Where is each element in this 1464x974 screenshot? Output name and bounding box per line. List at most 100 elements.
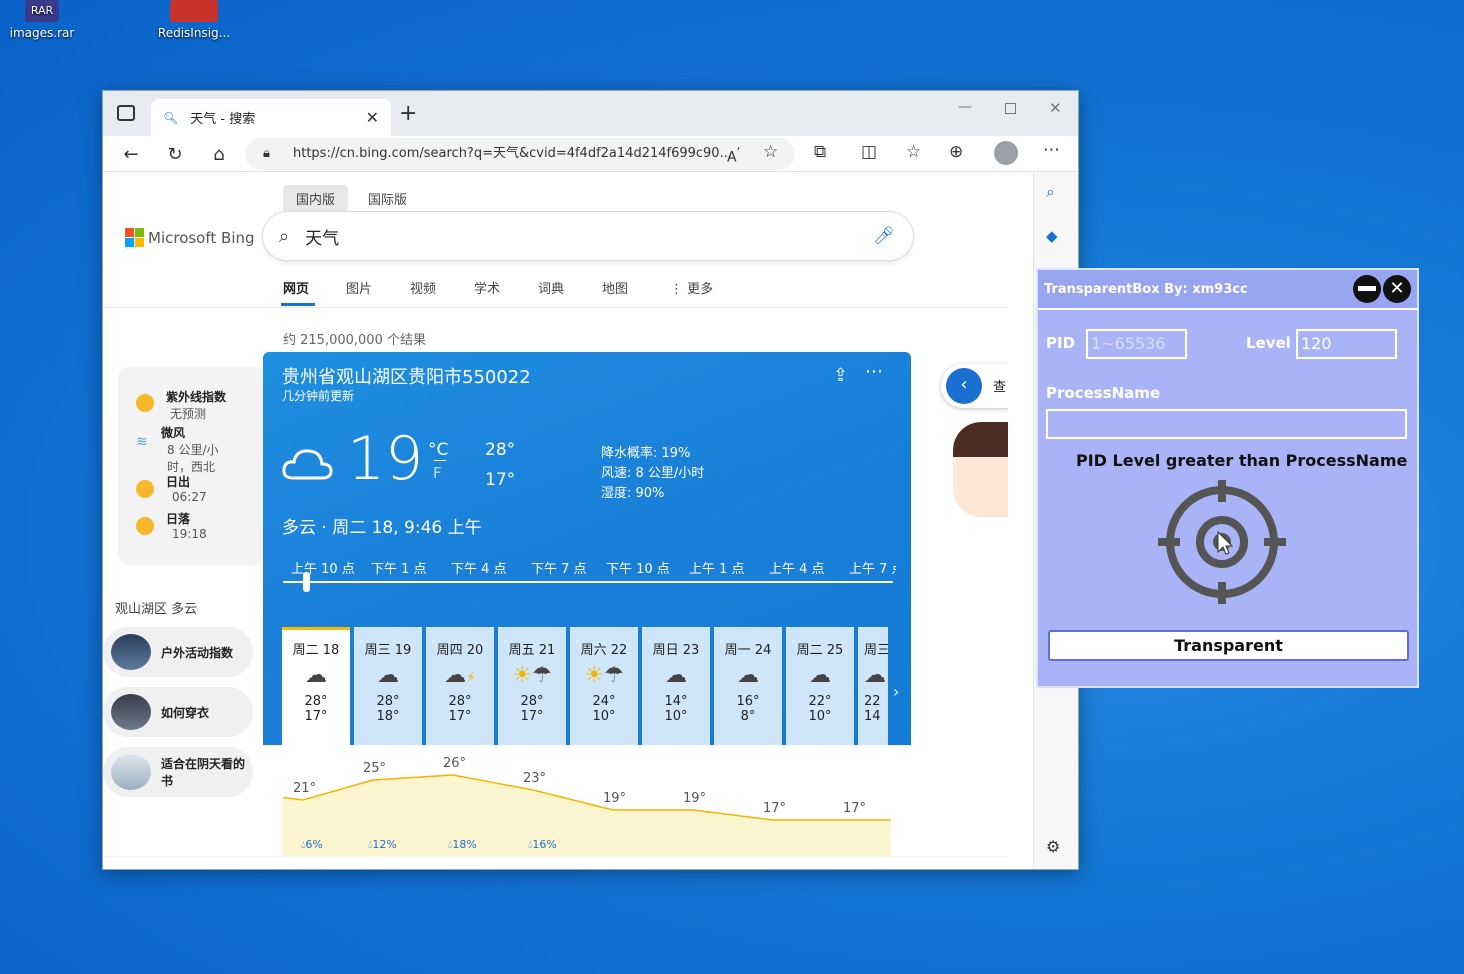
hour-label[interactable]: 上午 4 点 (769, 558, 849, 577)
uv-title: 紫外线指数 (166, 390, 227, 404)
next-days-chevron-icon[interactable]: › (893, 682, 899, 701)
sidebar-search-icon[interactable]: ⌕ (1046, 182, 1055, 202)
new-tab-button[interactable]: + (399, 101, 417, 126)
unit-celsius[interactable]: °C (428, 440, 448, 460)
nav-tab-more[interactable]: ⋮ 更多 (670, 278, 713, 297)
day-forecast[interactable]: 周二 18 ☁︎ 28° 17° (282, 627, 350, 745)
cartoon-girl-image[interactable] (953, 422, 1008, 517)
scope-tab-international[interactable]: 国际版 (355, 185, 420, 212)
transparentbox-window: TransparentBox By: xm93cc ✕ PID 1~65536 … (1036, 268, 1419, 688)
day-name: 周六 22 (580, 643, 628, 658)
nav-tab-videos[interactable]: 视频 (410, 278, 436, 297)
hour-slider-handle[interactable] (303, 572, 310, 592)
close-window-button[interactable]: ✕ (1049, 99, 1062, 117)
microphone-icon[interactable]: 🎤︎ (873, 226, 895, 246)
day-forecast[interactable]: 周三 ☁︎ 22 14 (858, 627, 888, 745)
close-tab-icon[interactable]: ✕ (366, 108, 379, 127)
desktop-icon-redisinsight[interactable]: RedisInsig... (149, 0, 239, 40)
sunset-time: 19:18 (172, 527, 207, 541)
day-name: 周日 23 (652, 643, 700, 658)
bing-logo-text: Microsoft Bing (148, 228, 255, 247)
tab-actions-icon[interactable] (117, 105, 135, 121)
crosshair-target-icon[interactable] (1158, 480, 1288, 610)
scope-tab-domestic[interactable]: 国内版 (283, 185, 349, 212)
close-circle-icon[interactable]: ✕ (1383, 275, 1411, 303)
hour-label[interactable]: 上午 1 点 (689, 558, 769, 577)
related-title: 观山湖区 多云 (115, 602, 198, 617)
updated-time: 几分钟前更新 (282, 389, 355, 403)
bing-logo[interactable]: Microsoft Bing (125, 228, 255, 247)
nav-tab-dictionary[interactable]: 词典 (538, 278, 564, 297)
search-box[interactable]: ⌕ 天气 🎤︎ (263, 212, 913, 260)
level-input[interactable]: 120 (1296, 329, 1397, 359)
related-outdoor-index[interactable]: 户外活动指数 (103, 627, 253, 677)
hour-label[interactable]: 下午 7 点 (531, 558, 606, 577)
rar-file-icon: RAR (25, 0, 59, 22)
microsoft-logo-icon (125, 228, 144, 247)
profile-avatar[interactable] (994, 141, 1018, 165)
day-forecast[interactable]: 周四 20 ☁︎⚡︎ 28° 17° (426, 627, 494, 745)
day-forecast[interactable]: 周一 24 ☁︎ 16° 8° (714, 627, 782, 745)
day-forecast[interactable]: 周三 19 ☁︎ 28° 18° (354, 627, 422, 745)
favorite-star-icon[interactable]: ☆ (763, 142, 778, 162)
unit-fahrenheit[interactable]: F (433, 464, 442, 482)
day-forecast[interactable]: 周六 22 ☀︎☂︎ 24° 10° (570, 627, 638, 745)
minimize-circle-icon[interactable] (1353, 275, 1381, 303)
share-icon[interactable]: ⇪ (833, 365, 848, 386)
hour-label[interactable]: 下午 1 点 (371, 558, 451, 577)
day-forecast[interactable]: 周日 23 ☁︎ 14° 10° (642, 627, 710, 745)
more-options-icon[interactable]: ⋯ (865, 361, 883, 382)
day-high: 28° (448, 694, 472, 709)
more-menu-icon[interactable]: ⋯ (1043, 140, 1060, 160)
home-button[interactable]: ⌂ (203, 138, 235, 170)
location-title: 贵州省观山湖区贵阳市550022 (282, 367, 531, 388)
side-panel-toggle[interactable]: ‹ 查 (941, 364, 1008, 408)
desktop-icon-label: RedisInsig... (157, 26, 231, 40)
temp-chart-svg: 21° 25° 26° 23° 19° 19° 17° 17° (282, 756, 891, 857)
read-aloud-icon[interactable]: Aʼ (727, 145, 740, 166)
nav-tab-maps[interactable]: 地图 (602, 278, 628, 297)
desktop-icon-images-rar[interactable]: RAR images.rar (0, 0, 87, 40)
cloud-icon: ☁︎ (665, 663, 687, 688)
pid-input[interactable]: 1~65536 (1086, 329, 1187, 359)
day-low: 17° (448, 709, 472, 724)
hour-label[interactable]: 下午 4 点 (451, 558, 531, 577)
split-screen-icon[interactable]: ◫ (861, 142, 877, 162)
tab-bar: 🔍︎ 天气 - 搜索 ✕ + — ✕ (103, 91, 1078, 136)
processname-input[interactable] (1046, 409, 1407, 439)
nav-tab-images[interactable]: 图片 (346, 278, 372, 297)
related-cloudy-books[interactable]: 适合在阴天看的书 (103, 747, 253, 797)
nav-tab-academic[interactable]: 学术 (474, 278, 500, 297)
wear-thumbnail (111, 694, 151, 730)
hour-label[interactable]: 下午 10 点 (606, 558, 689, 577)
current-temp: 19 (347, 424, 424, 494)
level-label: Level (1246, 334, 1291, 352)
day-forecast[interactable]: 周五 21 ☀︎☂︎ 28° 17° (498, 627, 566, 745)
related-what-to-wear[interactable]: 如何穿衣 (103, 687, 253, 737)
hour-label[interactable]: 上午 7 点 (849, 558, 896, 577)
sunset-icon (136, 517, 154, 535)
sidebar-shopping-tag-icon[interactable]: ◆ (1046, 227, 1058, 245)
refresh-button[interactable]: ↻ (159, 138, 191, 170)
sidebar-settings-gear-icon[interactable]: ⚙︎ (1046, 837, 1060, 856)
minimize-button[interactable]: — (958, 99, 972, 115)
day-forecast[interactable]: 周二 25 ☁︎ 22° 10° (786, 627, 854, 745)
transparent-button[interactable]: Transparent (1048, 630, 1409, 661)
processname-label: ProcessName (1046, 384, 1161, 402)
horizontal-scrollbar[interactable] (103, 856, 1008, 857)
browser-tab-active[interactable]: 🔍︎ 天气 - 搜索 ✕ (151, 99, 391, 136)
address-bar[interactable]: 🔒︎ https://cn.bing.com/search?q=天气&cvid=… (245, 138, 795, 170)
sun-rain-icon: ☀︎☂︎ (512, 663, 552, 688)
wind-speed-line1: 8 公里/小 (167, 443, 219, 457)
favorites-icon[interactable]: ☆ (906, 142, 921, 162)
unit-divider (434, 460, 446, 461)
maximize-button[interactable] (1005, 103, 1016, 114)
tbox-titlebar[interactable]: TransparentBox By: xm93cc ✕ (1038, 270, 1417, 310)
collections-icon[interactable]: ⊕ (949, 142, 963, 162)
extensions-icon[interactable]: ⧉ (814, 142, 826, 162)
nav-tab-web[interactable]: 网页 (283, 278, 309, 297)
search-input[interactable]: 天气 (305, 224, 873, 249)
back-button[interactable]: ← (115, 138, 147, 170)
hour-slider-track[interactable] (283, 581, 893, 583)
cloud-icon (282, 449, 333, 480)
